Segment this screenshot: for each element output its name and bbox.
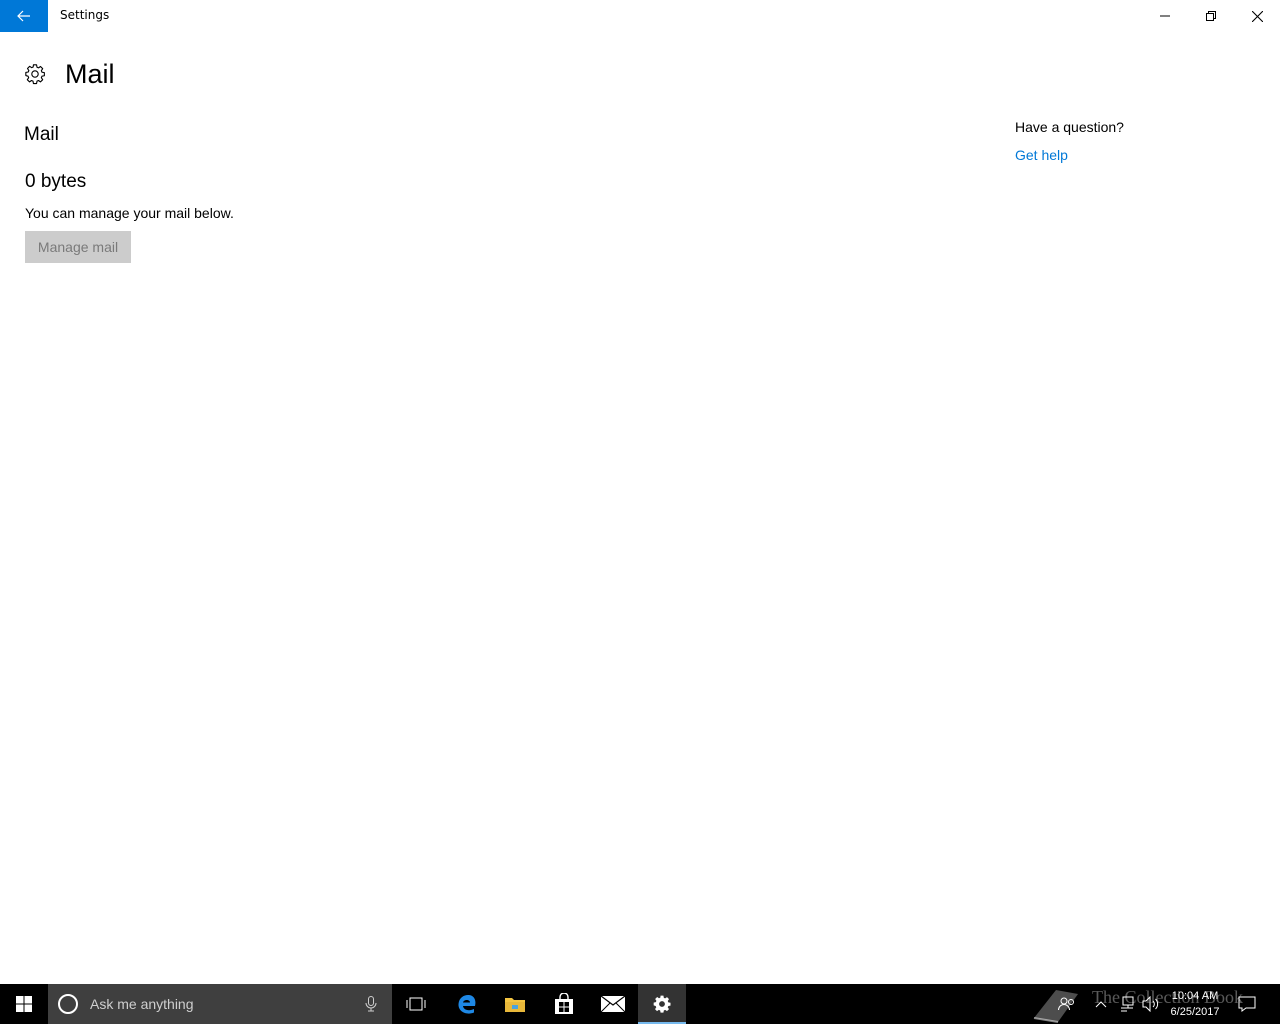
- title-bar: Settings: [0, 0, 1280, 32]
- manage-description: You can manage your mail below.: [25, 205, 234, 221]
- help-question: Have a question?: [1015, 119, 1124, 135]
- mail-button[interactable]: [589, 984, 637, 1024]
- search-placeholder: Ask me anything: [90, 996, 194, 1012]
- clock-time: 10:04 AM: [1171, 990, 1219, 1002]
- clock[interactable]: 10:04 AM 6/25/2017: [1164, 988, 1226, 1020]
- back-button[interactable]: [0, 0, 48, 32]
- screen: Settings Mail Mail 0 bytes You can manag…: [0, 0, 1280, 1024]
- minimize-button[interactable]: [1142, 0, 1188, 32]
- notification-icon: [1238, 996, 1256, 1012]
- people-icon: [1058, 997, 1074, 1011]
- taskbar: Ask me anything The Collection Book 10:0…: [0, 984, 1280, 1024]
- manage-mail-button[interactable]: Manage mail: [25, 231, 131, 263]
- file-explorer-button[interactable]: [491, 984, 539, 1024]
- network-button[interactable]: [1117, 984, 1137, 1024]
- restore-icon: [1206, 11, 1216, 21]
- gear-icon: [24, 63, 46, 85]
- volume-icon: [1142, 996, 1159, 1012]
- action-center-button[interactable]: [1236, 984, 1258, 1024]
- windows-logo-icon: [16, 996, 32, 1012]
- get-help-link[interactable]: Get help: [1015, 147, 1068, 163]
- back-arrow-icon: [17, 10, 30, 22]
- mail-icon: [601, 996, 625, 1012]
- people-button[interactable]: [1055, 984, 1079, 1024]
- minimize-icon: [1160, 15, 1170, 17]
- store-button[interactable]: [540, 984, 588, 1024]
- close-button[interactable]: [1234, 0, 1280, 32]
- network-icon: [1121, 996, 1134, 1012]
- mail-size-value: 0 bytes: [25, 171, 87, 192]
- clock-date: 6/25/2017: [1170, 1006, 1220, 1018]
- section-title: Mail: [24, 124, 59, 145]
- page-title: Mail: [65, 58, 115, 89]
- cortana-icon: [58, 994, 78, 1014]
- volume-button[interactable]: [1141, 984, 1161, 1024]
- edge-icon: [458, 994, 476, 1014]
- window-title: Settings: [60, 8, 110, 22]
- task-view-button[interactable]: [392, 984, 440, 1024]
- restore-button[interactable]: [1188, 0, 1234, 32]
- task-view-icon: [406, 997, 426, 1011]
- cortana-search-box[interactable]: Ask me anything: [48, 984, 392, 1024]
- close-icon: [1251, 10, 1263, 22]
- settings-icon: [653, 995, 671, 1013]
- show-hidden-icons-button[interactable]: [1093, 984, 1109, 1024]
- chevron-up-icon: [1095, 1001, 1107, 1008]
- file-explorer-icon: [505, 998, 525, 1012]
- edge-button[interactable]: [443, 984, 491, 1024]
- settings-taskbar-button[interactable]: [638, 984, 686, 1024]
- page-header: Mail: [24, 56, 115, 92]
- start-button[interactable]: [0, 984, 48, 1024]
- store-icon: [555, 993, 573, 1014]
- microphone-icon[interactable]: [364, 996, 378, 1012]
